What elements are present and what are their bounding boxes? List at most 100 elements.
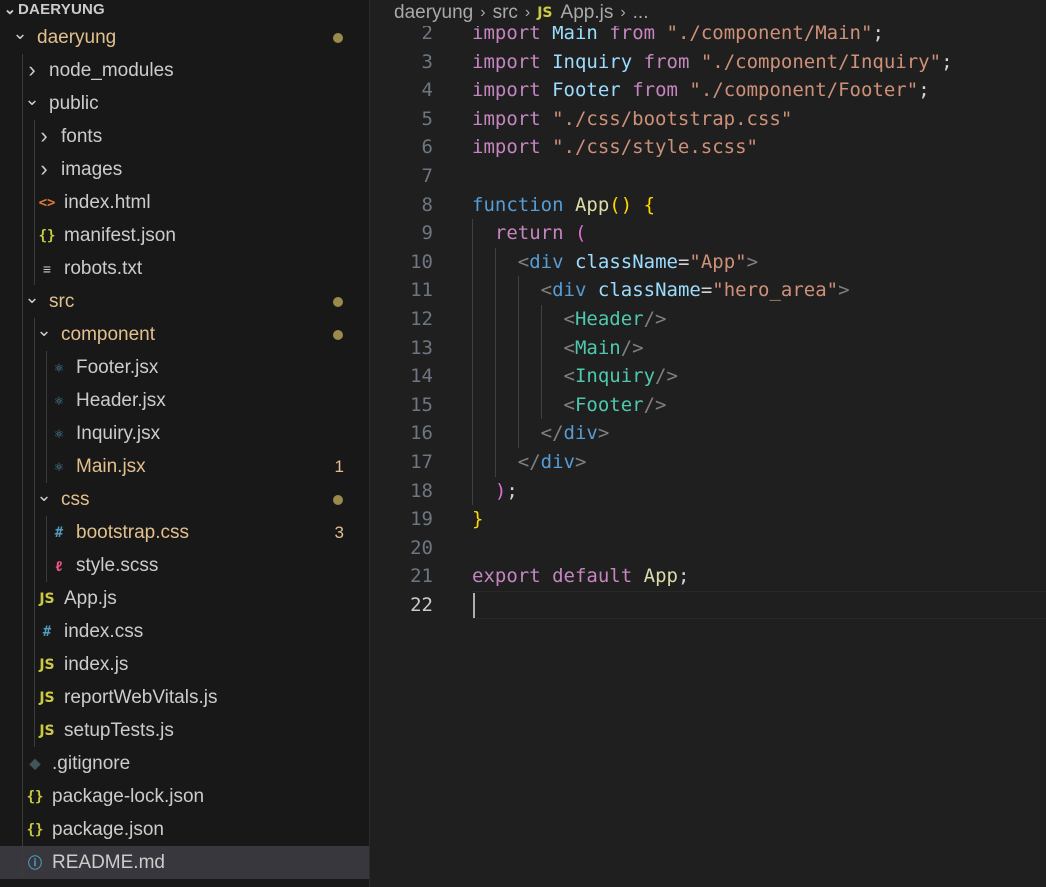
indent-guide — [22, 450, 23, 483]
code-line[interactable]: 5 import "./css/bootstrap.css" — [370, 105, 1046, 133]
code-line[interactable]: 20 — [370, 534, 1046, 562]
chevron-right-icon[interactable]: › — [34, 156, 54, 181]
code-token: "./css/style.scss" — [552, 136, 758, 159]
line-number: 14 — [410, 365, 433, 388]
code-token: div — [563, 422, 598, 445]
tree-item-label: Footer.jsx — [76, 356, 159, 378]
breadcrumb-folder-root[interactable]: daeryung — [394, 2, 473, 24]
tree-item-node-modules[interactable]: › node_modules — [0, 54, 369, 87]
indent-guide — [34, 417, 35, 450]
tree-item-footer-jsx[interactable]: ⚛ Footer.jsx — [0, 351, 369, 384]
tree-item-style-scss[interactable]: ℓ style.scss — [0, 549, 369, 582]
chevron-down-icon[interactable]: ⌄ — [10, 23, 30, 44]
code-token: > — [574, 451, 587, 473]
tree-item-bootstrap-css[interactable]: # bootstrap.css 3 — [0, 516, 369, 549]
code-line[interactable]: 3 import Inquiry from "./component/Inquir… — [370, 48, 1046, 76]
code-token: "./component/Inquiry" — [700, 50, 942, 73]
line-number: 10 — [410, 250, 433, 273]
line-number: 15 — [410, 393, 433, 416]
tree-item-readme-md[interactable]: ⓘ README.md — [0, 846, 369, 879]
indent-guide — [34, 186, 35, 219]
tree-item-index-html[interactable]: <> index.html — [0, 186, 369, 219]
tree-item-inquiry-jsx[interactable]: ⚛ Inquiry.jsx — [0, 417, 369, 450]
breadcrumb-folder-src[interactable]: src — [493, 2, 518, 24]
tree-item-fonts[interactable]: › fonts — [0, 120, 369, 153]
indent-guide — [34, 582, 35, 615]
code-line[interactable]: 21 export default App; — [370, 562, 1046, 590]
tree-item-app-js[interactable]: JS App.js — [0, 582, 369, 615]
code-token: ) — [494, 479, 507, 502]
code-line[interactable]: 4 import Footer from "./component/Footer"… — [370, 76, 1046, 104]
code-line[interactable]: 7 — [370, 162, 1046, 190]
code-line[interactable]: 22 — [370, 591, 1046, 619]
tree-item-header-jsx[interactable]: ⚛ Header.jsx — [0, 384, 369, 417]
line-number: 19 — [410, 508, 433, 531]
code-line[interactable]: 19} — [370, 505, 1046, 533]
tree-item-src[interactable]: ⌄ src — [0, 285, 369, 318]
tree-item-label: fonts — [61, 125, 103, 147]
explorer-section-header[interactable]: ⌄ DAERYUNG — [0, 0, 369, 21]
tree-item-public[interactable]: ⌄ public — [0, 87, 369, 120]
react-icon: ⚛ — [54, 392, 64, 409]
modified-dot-icon — [333, 494, 343, 505]
tree-item-setuptests-js[interactable]: JS setupTests.js — [0, 714, 369, 747]
indent-guide — [22, 285, 23, 318]
code-line[interactable]: 8 function App() { — [370, 191, 1046, 219]
code-token: className — [575, 250, 678, 273]
chevron-down-icon[interactable]: ⌄ — [34, 485, 54, 506]
code-token: < — [517, 250, 530, 273]
code-token: default — [552, 565, 633, 588]
tree-item-robots-txt[interactable]: ≡ robots.txt — [0, 252, 369, 285]
tree-item-manifest-json[interactable]: {} manifest.json — [0, 219, 369, 252]
js-icon: JS — [39, 722, 55, 739]
tree-item-package-lock-json[interactable]: {} package-lock.json — [0, 780, 369, 813]
indent-guide — [22, 549, 23, 582]
code-token: ; — [941, 50, 953, 73]
modified-dot-icon — [333, 329, 343, 340]
breadcrumb-symbols[interactable]: ... — [633, 2, 649, 24]
tree-item-label: manifest.json — [64, 224, 176, 246]
code-editor[interactable]: daeryung › src › JS App.js › ... 2 import… — [370, 0, 1046, 887]
tree-item-label: README.md — [52, 851, 165, 873]
code-text: <Header/> — [472, 305, 667, 333]
json-icon: {} — [26, 821, 44, 838]
indent-guide — [22, 318, 23, 351]
code-text: export default App; — [472, 562, 689, 590]
tree-item-reportwebvitals-js[interactable]: JS reportWebVitals.js — [0, 681, 369, 714]
modified-dot-icon — [333, 32, 343, 43]
indent-guide — [34, 648, 35, 681]
code-token: "./css/bootstrap.css" — [552, 107, 793, 130]
tree-item-gitignore[interactable]: ◆ .gitignore — [0, 747, 369, 780]
chevron-down-icon[interactable]: ⌄ — [34, 320, 54, 341]
js-icon: JS — [39, 590, 55, 607]
code-token: App — [574, 193, 610, 216]
chevron-right-icon[interactable]: › — [22, 57, 42, 82]
info-icon: ⓘ — [28, 854, 42, 871]
chevron-right-icon[interactable]: › — [34, 123, 54, 148]
css-icon: # — [54, 524, 64, 541]
tree-item-index-js[interactable]: JS index.js — [0, 648, 369, 681]
breadcrumb-file[interactable]: App.js — [561, 2, 614, 24]
code-token: < — [563, 336, 575, 359]
tree-item-images[interactable]: › images — [0, 153, 369, 186]
tree-item-css[interactable]: ⌄ css — [0, 483, 369, 516]
tree-item-index-css[interactable]: # index.css — [0, 615, 369, 648]
chevron-down-icon[interactable]: ⌄ — [22, 89, 42, 110]
code-line[interactable]: 6 import "./css/style.scss" — [370, 133, 1046, 161]
line-number: 11 — [410, 279, 433, 302]
tree-item-component[interactable]: ⌄ component — [0, 318, 369, 351]
tree-item-package-json[interactable]: {} package.json — [0, 813, 369, 846]
chevron-right-icon: › — [524, 4, 531, 21]
json-icon: {} — [26, 788, 44, 805]
code-text: </div> — [472, 448, 587, 476]
code-token: </ — [517, 451, 541, 473]
tree-item-daeryung[interactable]: ⌄ daeryung — [0, 21, 369, 54]
tree-item-main-jsx[interactable]: ⚛ Main.jsx 1 — [0, 450, 369, 483]
chevron-down-icon[interactable]: ⌄ — [22, 287, 42, 308]
tree-item-label: reportWebVitals.js — [64, 686, 218, 708]
indent-guide — [22, 615, 23, 648]
